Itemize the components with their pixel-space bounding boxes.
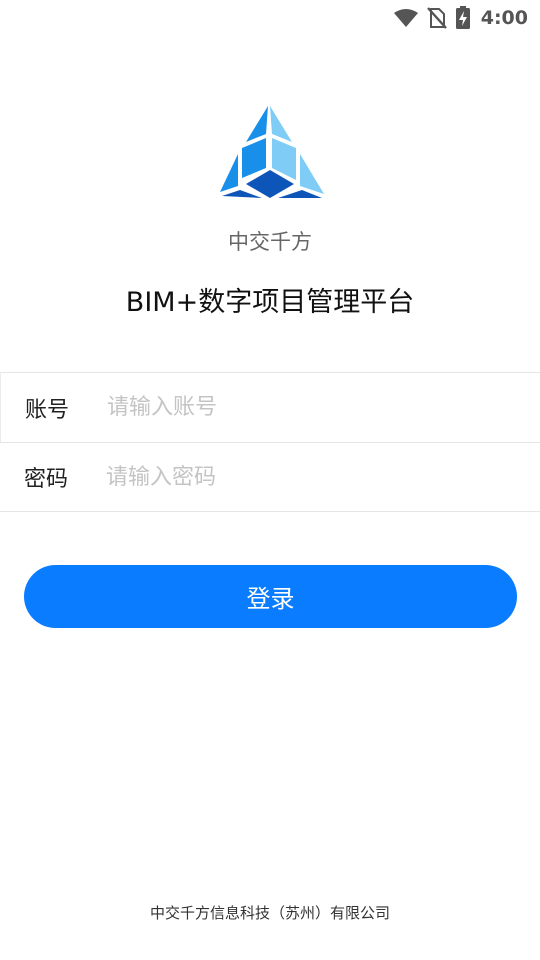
password-row: 密码: [0, 442, 540, 512]
password-label: 密码: [24, 467, 69, 492]
no-sim-icon: [426, 7, 447, 29]
wifi-icon: [393, 8, 419, 28]
login-form: 账号 密码: [0, 372, 540, 512]
account-label: 账号: [25, 397, 70, 423]
account-row: 账号: [0, 372, 540, 442]
status-bar: 4:00: [0, 0, 540, 36]
footer-company-text: 中交千方信息科技（苏州）有限公司: [149, 904, 390, 922]
account-input[interactable]: [95, 377, 540, 438]
status-icons: 4:00: [393, 4, 528, 32]
password-input[interactable]: [94, 447, 540, 507]
login-button[interactable]: 登录: [24, 565, 517, 628]
status-time: 4:00: [480, 7, 528, 29]
company-logo: [218, 104, 326, 200]
app-title: BIM+数字项目管理平台: [125, 287, 415, 318]
battery-charging-icon: [455, 6, 471, 30]
company-name: 中交千方: [228, 230, 312, 254]
